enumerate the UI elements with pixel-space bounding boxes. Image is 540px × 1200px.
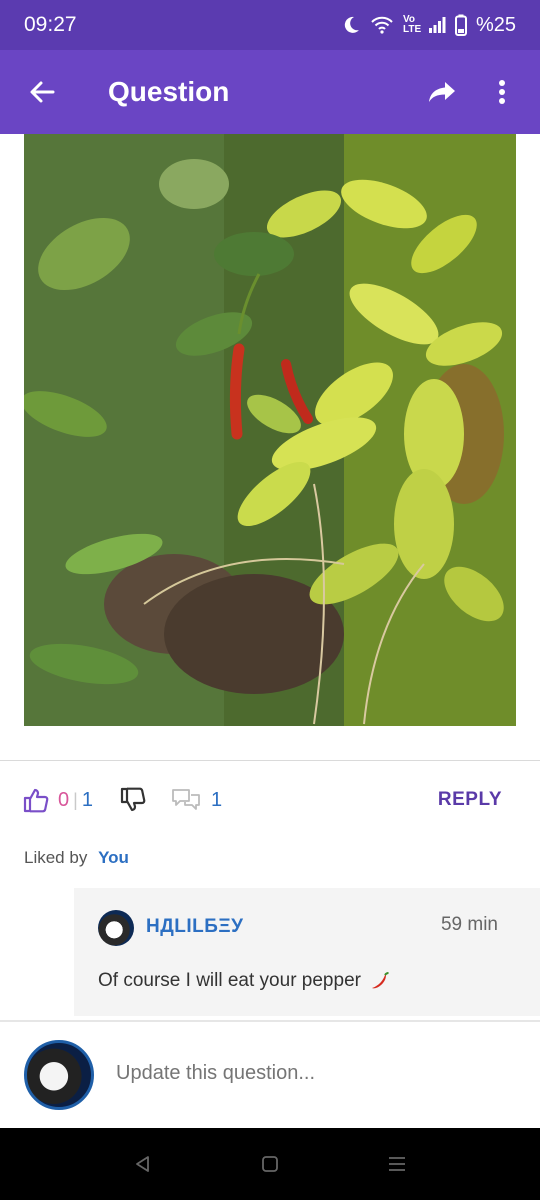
liked-by-user[interactable]: You: [98, 848, 129, 867]
comment-username[interactable]: НДLILБΞУ: [146, 916, 243, 938]
chili-pepper-icon: [372, 971, 389, 989]
dislike-button[interactable]: [119, 786, 147, 814]
moon-icon: [344, 16, 359, 33]
system-nav-bar: [0, 1128, 540, 1200]
battery-level: %25: [475, 13, 516, 36]
nav-recents-button[interactable]: [377, 1144, 417, 1184]
comment-card: НДLILБΞУ 59 min Of course I will eat you…: [74, 888, 540, 1016]
comment-count: 1: [210, 788, 223, 811]
menu-lines-icon: [388, 1157, 405, 1171]
thumbs-down-icon: [120, 787, 146, 812]
wifi-icon: [371, 16, 393, 34]
status-bar: 09:27 Vo LTE %25: [0, 0, 540, 50]
comment-avatar[interactable]: [98, 910, 134, 946]
signal-icon: [428, 17, 446, 33]
app-bar: Question: [0, 50, 540, 134]
chili-plant-photo: [24, 134, 516, 726]
liked-by: Liked by You: [24, 848, 129, 868]
count-separator: |: [73, 789, 78, 810]
like-count: 0: [58, 788, 70, 811]
more-vertical-icon: [499, 80, 505, 104]
my-avatar[interactable]: [24, 1040, 94, 1110]
divider: [0, 760, 540, 761]
share-button[interactable]: [412, 50, 472, 134]
update-question-input[interactable]: [116, 1062, 516, 1085]
liked-by-label: Liked by: [24, 848, 88, 867]
page-title: Question: [108, 76, 230, 107]
post-actions: 0 | 1 1 REPLY: [22, 780, 522, 820]
thumbs-up-icon: [23, 788, 49, 813]
share-icon: [429, 82, 455, 102]
network-type: Vo LTE: [402, 14, 422, 35]
triangle-back-icon: [136, 1156, 150, 1172]
comments-icon: [172, 789, 200, 810]
like-button[interactable]: 0 | 1: [22, 786, 93, 814]
compose-bar: [0, 1022, 540, 1128]
back-button[interactable]: [0, 50, 84, 134]
reply-button[interactable]: REPLY: [438, 789, 522, 811]
question-image[interactable]: [24, 134, 516, 726]
comment-text: Of course I will eat your pepper: [98, 970, 390, 992]
nav-home-button[interactable]: [250, 1144, 290, 1184]
status-icons: Vo LTE %25: [341, 14, 516, 37]
square-home-icon: [262, 1156, 278, 1172]
comments-button[interactable]: 1: [171, 787, 222, 813]
battery-icon: [454, 14, 467, 36]
nav-back-button[interactable]: [123, 1144, 163, 1184]
comment-time: 59 min: [440, 914, 498, 935]
like-total: 1: [81, 788, 93, 811]
more-options-button[interactable]: [472, 50, 532, 134]
comment-body: Of course I will eat your pepper: [98, 970, 361, 991]
status-time: 09:27: [24, 13, 77, 36]
arrow-left-icon: [30, 81, 55, 103]
